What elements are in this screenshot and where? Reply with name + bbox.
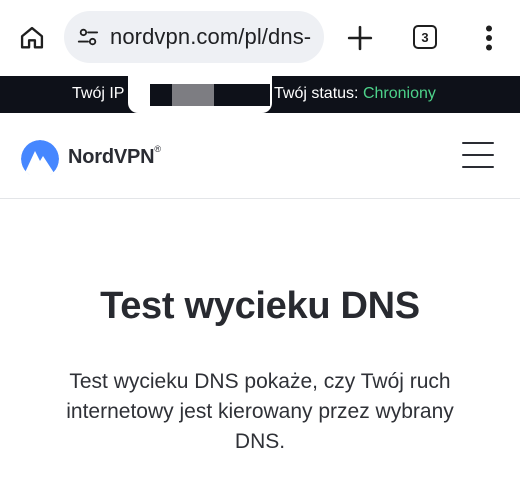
page-title: Test wycieku DNS bbox=[100, 285, 420, 327]
url-text[interactable]: nordvpn.com/pl/dns- bbox=[110, 24, 311, 50]
site-header: NordVPN® bbox=[0, 113, 520, 199]
browser-toolbar: nordvpn.com/pl/dns- 3 bbox=[0, 0, 520, 76]
browser-menu-button[interactable] bbox=[474, 20, 504, 56]
more-vert-icon bbox=[486, 25, 492, 51]
tab-switcher-button[interactable]: 3 bbox=[413, 25, 437, 49]
status-label: Twój status: bbox=[274, 85, 359, 102]
ip-redaction-grey bbox=[172, 84, 214, 106]
address-bar[interactable]: nordvpn.com/pl/dns- bbox=[64, 11, 324, 63]
plus-icon bbox=[347, 25, 373, 51]
ip-status-bar: Twój IP Twój status: Chroniony bbox=[0, 76, 520, 113]
home-button[interactable] bbox=[14, 20, 50, 56]
status-text: Twój status: Chroniony bbox=[274, 85, 436, 103]
brand-name: NordVPN® bbox=[68, 143, 161, 168]
tune-icon bbox=[77, 28, 99, 46]
site-settings-button[interactable] bbox=[76, 25, 100, 49]
ip-label: Twój IP bbox=[72, 85, 125, 102]
registered-mark: ® bbox=[154, 143, 161, 154]
home-icon bbox=[20, 26, 44, 49]
hamburger-menu-button[interactable] bbox=[462, 142, 494, 168]
page-description: Test wycieku DNS pokaże, czy Twój ruch i… bbox=[66, 370, 454, 453]
nordvpn-logo[interactable]: NordVPN® bbox=[20, 139, 161, 175]
status-value: Chroniony bbox=[362, 85, 436, 102]
new-tab-button[interactable] bbox=[342, 20, 378, 56]
nordvpn-mountain-icon bbox=[21, 140, 59, 175]
